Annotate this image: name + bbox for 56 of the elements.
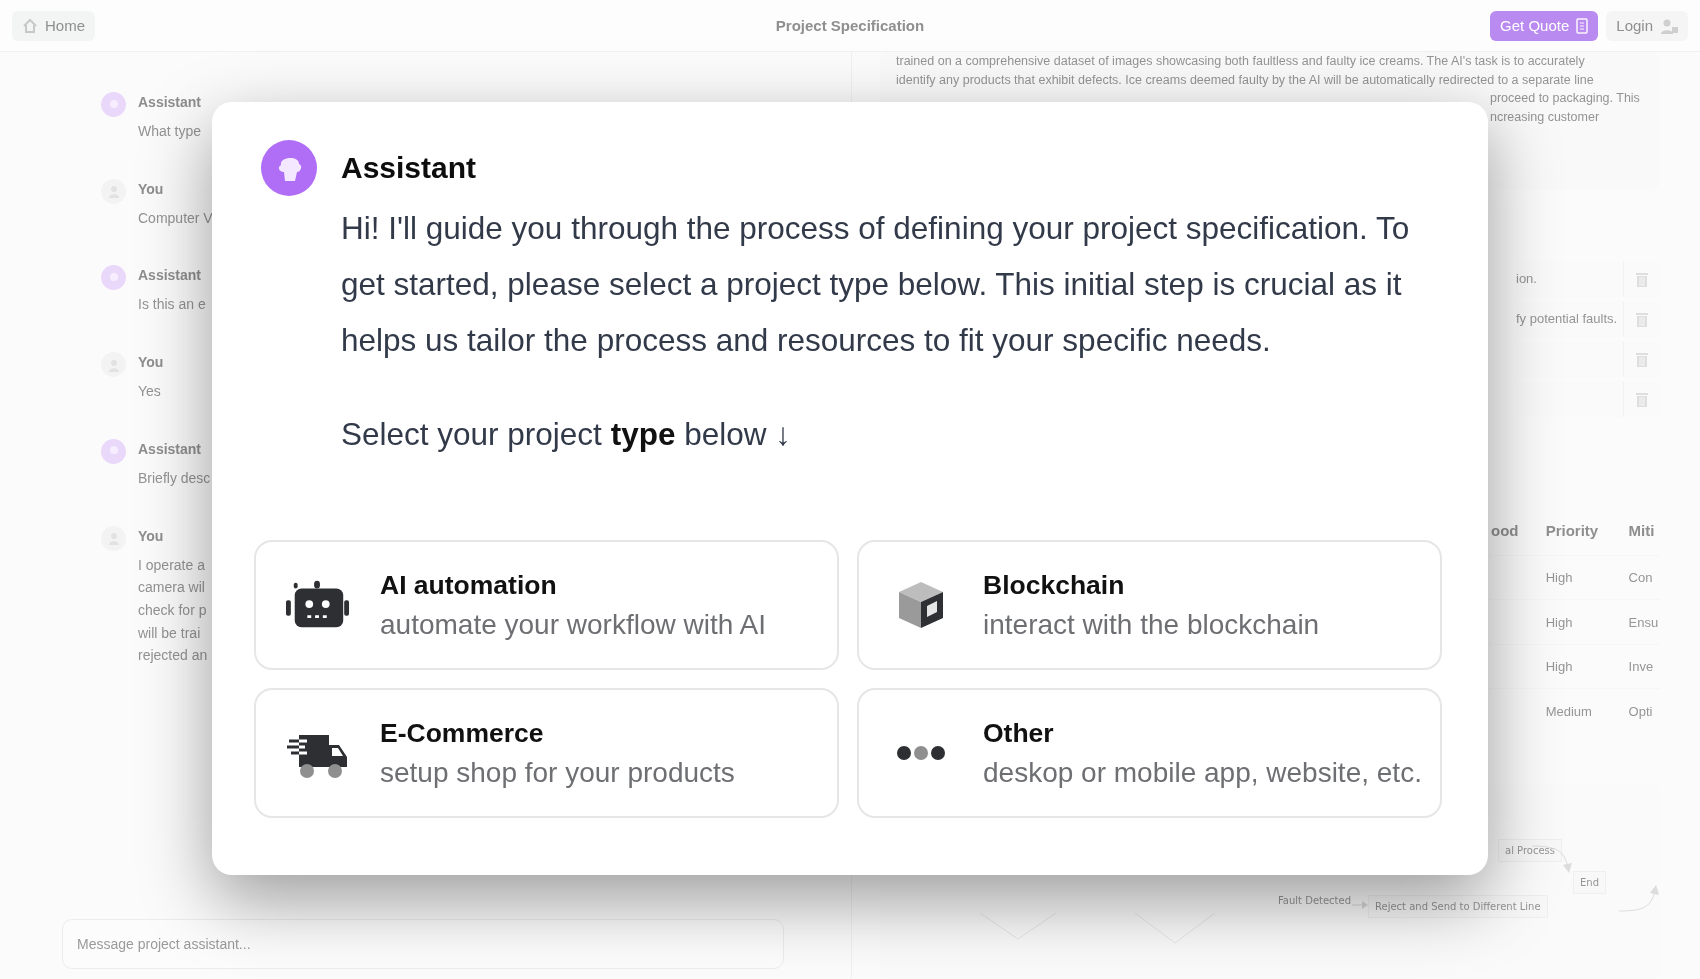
message-author: Assistant — [138, 94, 202, 111]
process-node: al Process — [1498, 838, 1563, 862]
message-text: check for p — [138, 600, 208, 620]
end-node: End — [1573, 870, 1606, 894]
description-text: identify any products that exhibit defects. Ice creams deemed faulty by the AI will be automatically redirected to a separate line — [896, 71, 1595, 89]
project-type-option[interactable]: Other deskop or mobile app, website, etc. — [857, 688, 1442, 818]
trash-icon — [1635, 390, 1649, 407]
table-cell: Medium — [1544, 688, 1628, 733]
description-text: proceed to packaging. This — [1489, 90, 1641, 107]
assistant-message: Hi! I'll guide you through the process of defining your project specification. To get started, please select a project type below. This initial step is crucial as it helps us tailor the process and resources to fit your specific needs. — [341, 209, 1411, 360]
description-text: trained on a comprehensive dataset of images showcasing both faultless and faulty ice creams. The AI's task is to accurately — [896, 53, 1586, 70]
trash-icon — [1635, 270, 1649, 287]
document-icon — [1576, 17, 1589, 34]
project-type-option[interactable]: Blockchain interact with the blockchain — [857, 540, 1442, 670]
message-author: You — [138, 180, 165, 198]
trash-icon — [1635, 310, 1649, 327]
message-author: Assistant — [138, 267, 203, 285]
table-cell: High — [1544, 555, 1628, 600]
assistant-name: Assistant — [341, 151, 477, 185]
message-author: You — [138, 354, 164, 372]
column-header: Miti — [1627, 506, 1660, 556]
cube-icon — [897, 580, 945, 630]
project-type-option[interactable]: E-Commerce setup shop for your products — [254, 688, 839, 818]
message-author: Assistant — [138, 440, 203, 458]
page-title: Project Specification — [775, 17, 925, 34]
process-node: Reject and Send to Different Line — [1368, 894, 1548, 918]
message-text: Computer V — [138, 208, 213, 228]
edge-label: Fault Detected — [1278, 894, 1352, 906]
message-text: What type — [138, 122, 202, 141]
table-cell: Opti — [1627, 688, 1660, 733]
table-cell: Inve — [1627, 644, 1660, 689]
message-text: rejected an — [138, 646, 208, 666]
message-text: camera wil — [138, 578, 206, 598]
table-cell: High — [1544, 644, 1628, 689]
table-cell: Ensu — [1627, 599, 1660, 645]
table-cell: High — [1544, 599, 1628, 645]
description-text: ncreasing customer — [1489, 108, 1601, 126]
requirement-text: fy potential faults. — [1516, 311, 1618, 327]
robot-icon — [286, 580, 350, 630]
message-text: Is this an e — [138, 295, 206, 315]
requirement-text: ion. — [1516, 271, 1537, 287]
message-text: Briefly desc — [138, 468, 211, 488]
trash-icon — [1635, 350, 1649, 367]
user-icon — [1660, 17, 1678, 34]
dots-icon — [896, 745, 946, 761]
select-prompt: Select your project type below ↓ — [341, 415, 792, 454]
home-icon — [22, 17, 38, 34]
message-author: You — [138, 527, 165, 545]
column-header: Priority — [1544, 506, 1628, 556]
project-type-option[interactable]: AI automation automate your workflow with AI — [254, 540, 839, 670]
message-text: Yes — [138, 382, 162, 402]
message-text: will be trai — [138, 623, 202, 643]
column-header: ood — [1490, 506, 1545, 556]
message-text: I operate a — [138, 555, 206, 575]
message-input[interactable]: Message project assistant... — [62, 919, 784, 969]
table-cell: Con — [1627, 555, 1660, 600]
